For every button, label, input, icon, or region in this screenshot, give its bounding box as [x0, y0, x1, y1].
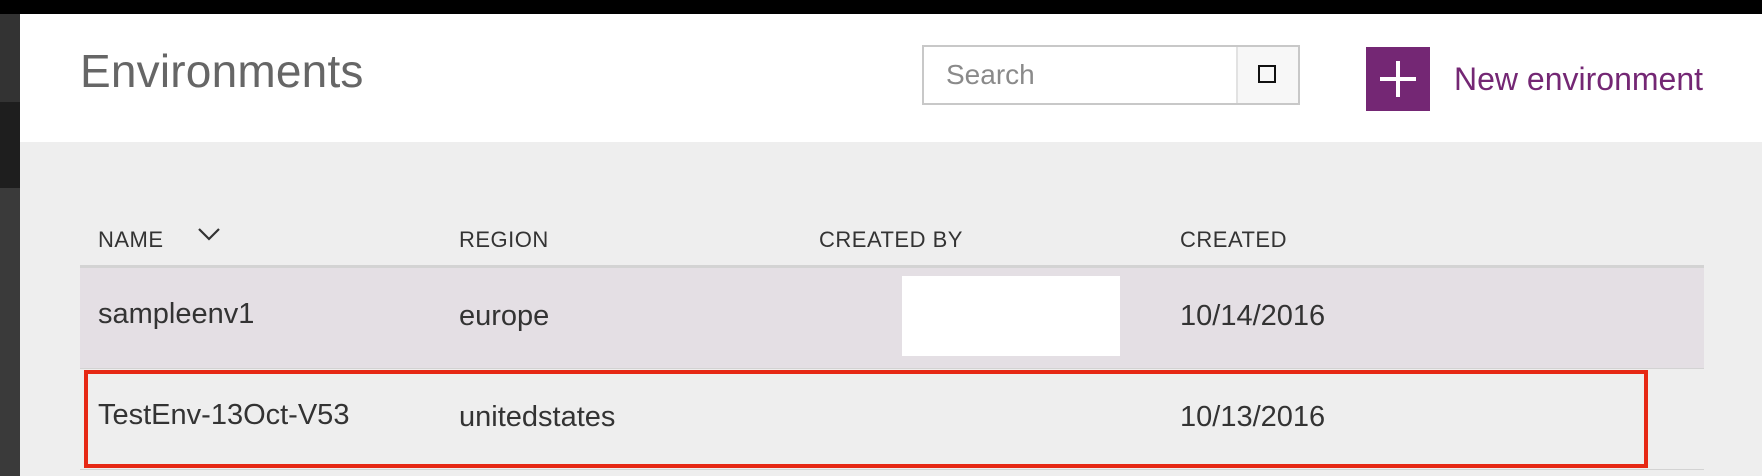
new-environment-label: New environment [1454, 60, 1703, 97]
environments-table: NAME REGION CREATED BY CREATED sampleenv… [20, 142, 1762, 476]
left-rail-segment [0, 14, 20, 102]
left-rail [0, 14, 20, 476]
top-bar [0, 0, 1762, 14]
plus-icon [1366, 47, 1430, 111]
search-box [922, 45, 1300, 105]
column-header-created[interactable]: CREATED [1180, 227, 1287, 253]
table-row[interactable]: TestEnv-13Oct-V53 unitedstates 10/13/201… [80, 369, 1704, 470]
chevron-down-icon[interactable] [196, 224, 222, 244]
cell-region: europe [459, 300, 550, 332]
cell-region: unitedstates [459, 401, 616, 433]
page-title: Environments [80, 45, 364, 97]
new-environment-button[interactable]: New environment [1366, 47, 1703, 111]
column-header-created-by[interactable]: CREATED BY [819, 227, 963, 253]
table-row[interactable]: sampleenv1 europe 10/14/2016 [80, 268, 1704, 369]
left-rail-segment [0, 188, 20, 476]
column-header-region[interactable]: REGION [459, 227, 549, 253]
search-input[interactable] [924, 47, 1236, 103]
search-toggle-square-icon [1258, 65, 1276, 83]
left-rail-segment [0, 102, 20, 188]
search-button[interactable] [1236, 47, 1298, 103]
redaction-box [902, 276, 1120, 356]
column-header-name[interactable]: NAME [98, 227, 164, 253]
cell-name: sampleenv1 [98, 298, 255, 330]
cell-name: TestEnv-13Oct-V53 [98, 399, 350, 431]
cell-created: 10/14/2016 [1180, 300, 1326, 332]
page-header: Environments New environment [20, 14, 1762, 142]
cell-created: 10/13/2016 [1180, 401, 1326, 433]
